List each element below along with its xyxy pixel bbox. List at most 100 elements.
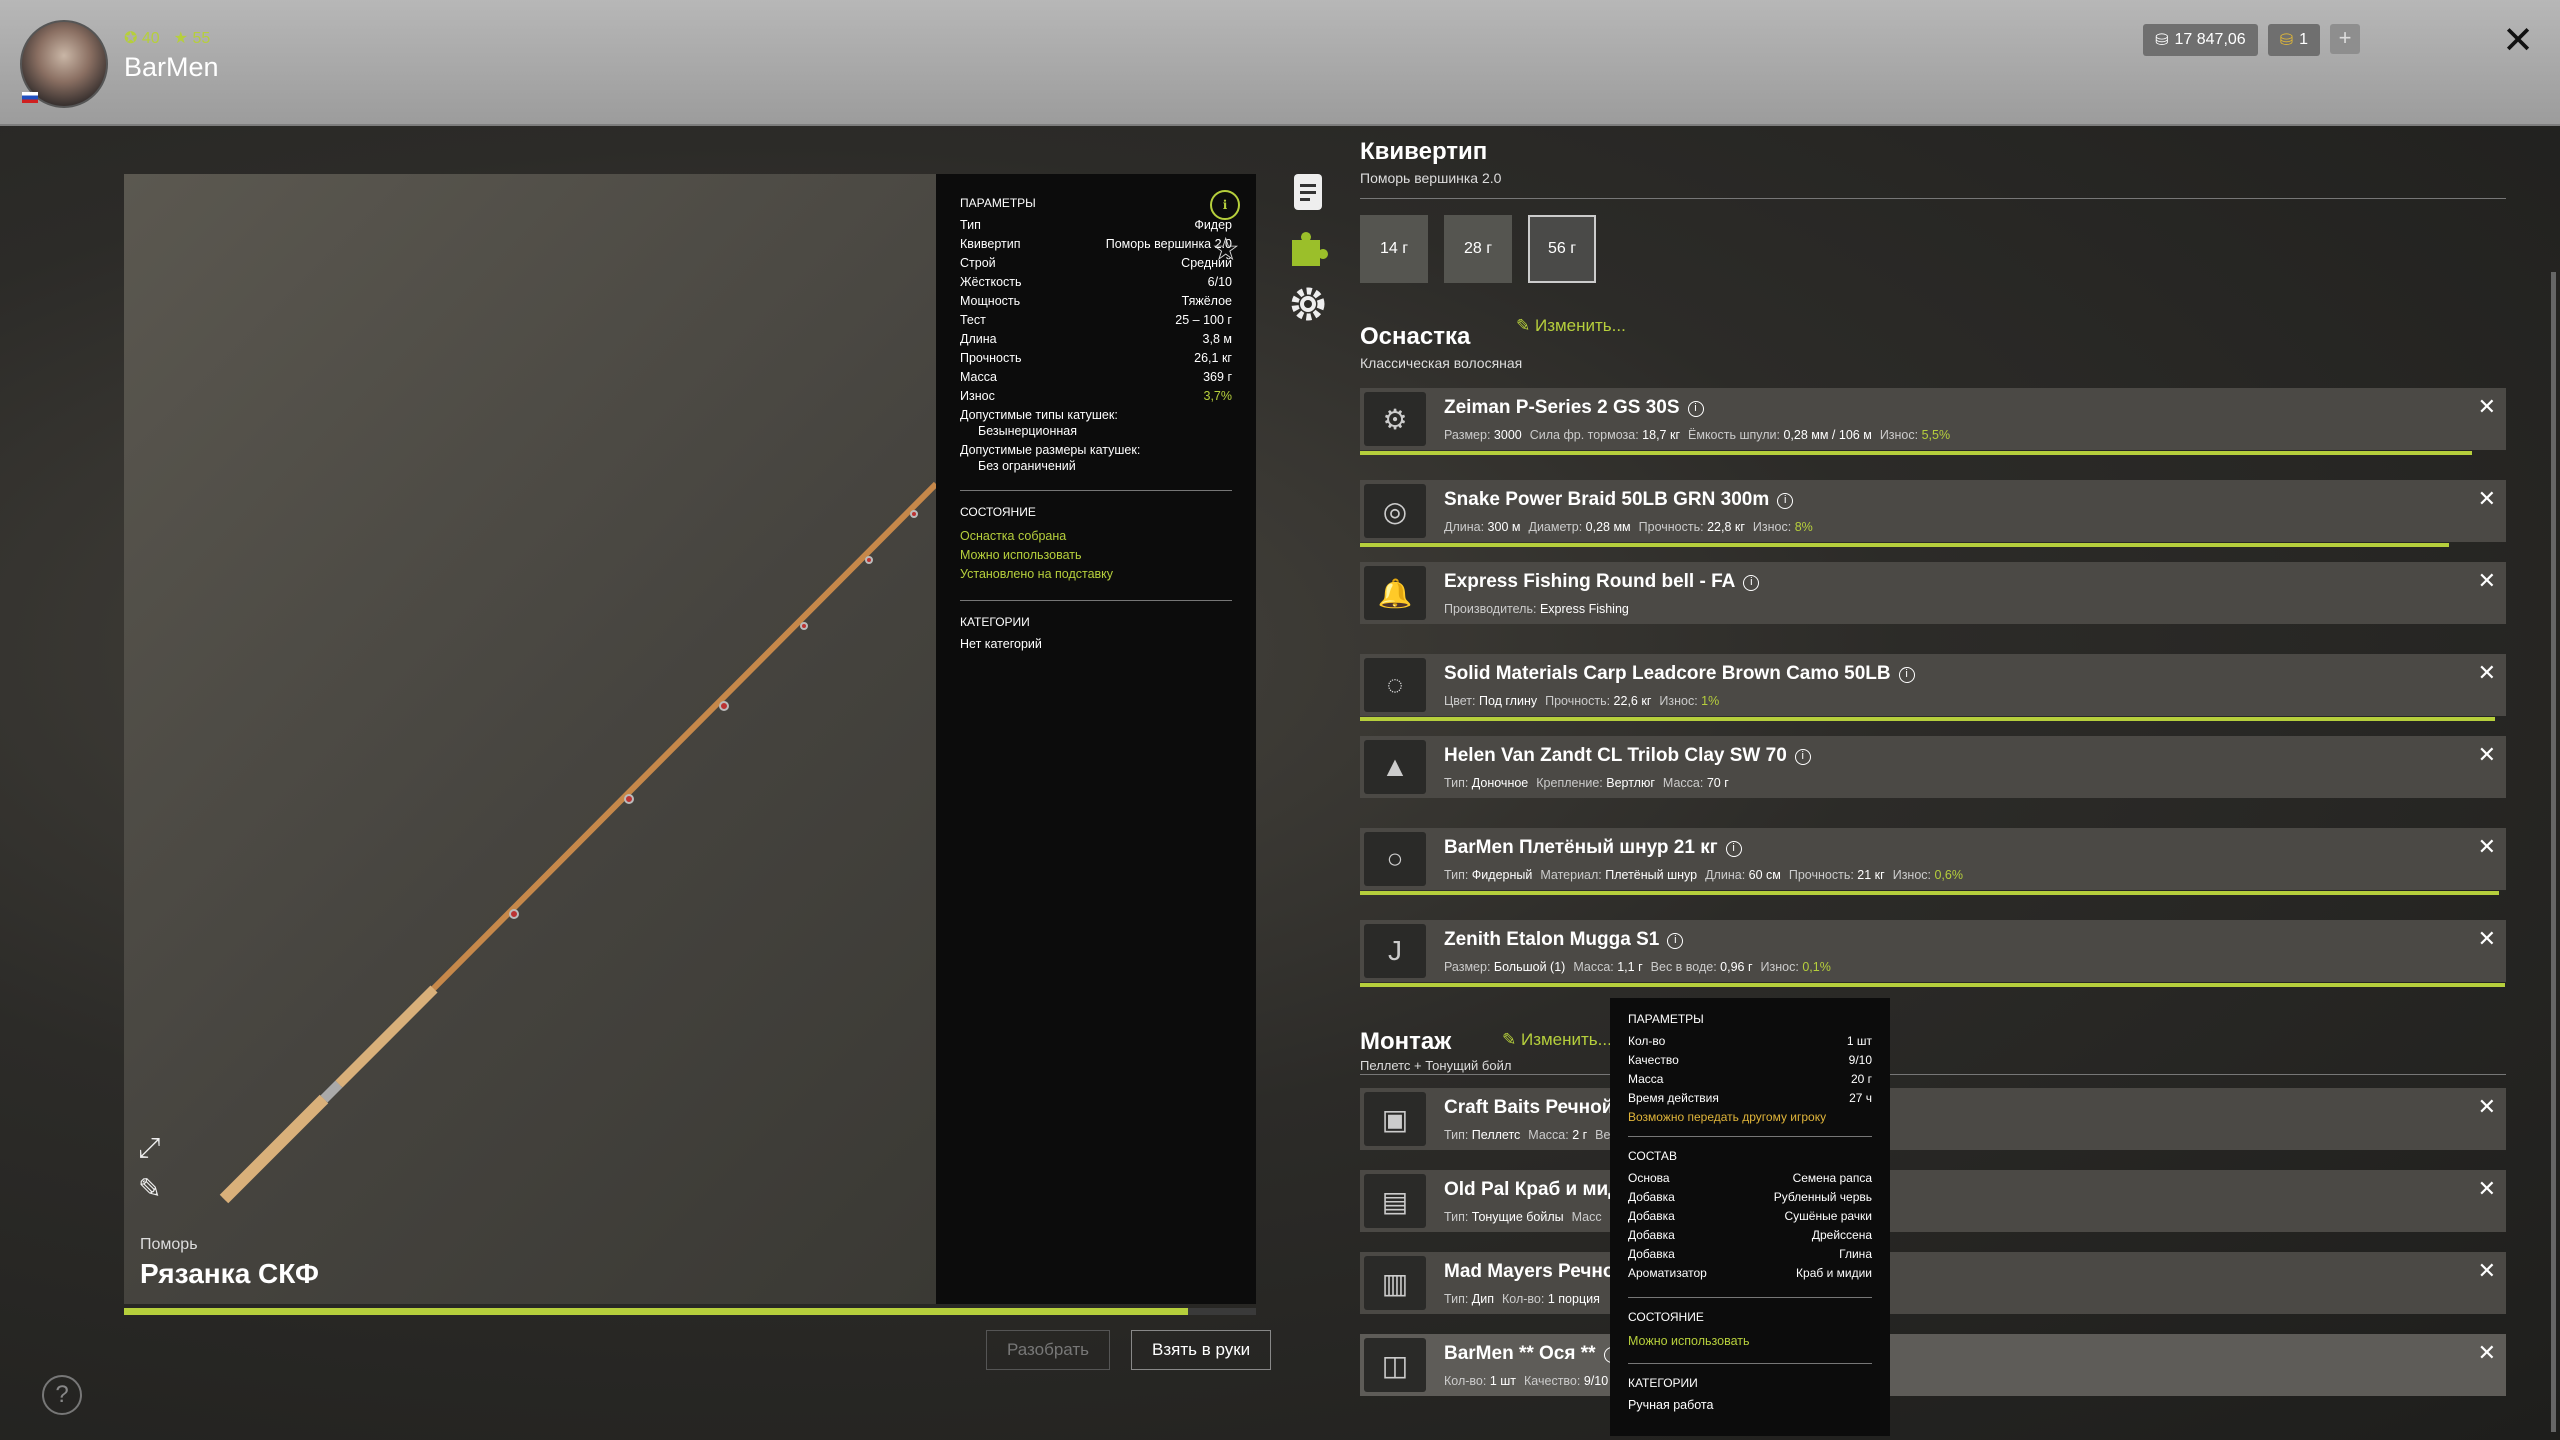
remove-icon[interactable]: ✕: [2478, 834, 2496, 860]
item-property: Износ: 1%: [1659, 694, 1720, 708]
puzzle-icon[interactable]: [1288, 228, 1328, 268]
state-line: Установлено на подставку: [960, 567, 1114, 581]
document-icon[interactable]: [1288, 172, 1328, 212]
info-icon[interactable]: i: [1898, 667, 1915, 683]
currency-bar: ⛁ 17 847,06 ⛁ 1 +: [2143, 24, 2360, 56]
param-row-key: Квивертип: [960, 237, 1021, 251]
bait-tooltip: ПАРАМЕТРЫ Кол-во 1 шт Качество 9/10 Масса 20 …: [1610, 998, 1890, 1436]
flag-icon: [22, 92, 38, 103]
item-property: Цвет: Под глину: [1444, 694, 1538, 708]
montage-edit-link[interactable]: ✎ Изменить...: [1502, 1030, 1612, 1050]
item-property: Качество: 9/10: [1524, 1374, 1609, 1388]
montage-title: Монтаж: [1360, 1028, 1452, 1055]
remove-icon[interactable]: ✕: [2478, 486, 2496, 512]
remove-icon[interactable]: ✕: [2478, 1340, 2496, 1366]
state-line: Можно использовать: [960, 548, 1082, 562]
item-property: Износ: 5,5%: [1879, 428, 1951, 442]
equipment-item[interactable]: ▥Mad Mayers РечноiТип: ДипКол-во: 1 порц…: [1360, 1252, 2506, 1314]
disassemble-button[interactable]: Разобрать: [986, 1330, 1111, 1370]
gold-balance: ⛁ 1: [2267, 24, 2320, 56]
item-name: Express Fishing Round bell - FA i: [1444, 571, 1760, 593]
item-property: Ёмкость шпули: 0,28 мм / 106 м: [1688, 428, 1872, 442]
silver-value: 17 847,06: [2174, 31, 2246, 48]
add-currency-button[interactable]: +: [2330, 24, 2360, 54]
item-properties: Размер: 3000 Сила фр. тормоза: 18,7 кг Ёмк…: [1444, 428, 1958, 442]
divider: [1628, 1136, 1872, 1137]
info-icon[interactable]: i: [1794, 749, 1811, 765]
param-row: Мощность Тяжёлое: [960, 294, 1232, 313]
tackle-edit-link[interactable]: ✎ Изменить...: [1516, 316, 1626, 336]
info-icon[interactable]: i: [1687, 401, 1704, 417]
hook-icon: J: [1364, 924, 1426, 978]
equipment-item[interactable]: 🔔 Express Fishing Round bell - FA i Произво…: [1360, 562, 2506, 624]
param-row-key: Строй: [960, 256, 996, 270]
param-row-value: 3,7%: [1203, 389, 1233, 403]
info-icon[interactable]: i: [1725, 841, 1742, 857]
params-list: Тип Фидер Квивертип Поморь вершинка 2.0 Стро…: [960, 218, 1232, 408]
remove-icon[interactable]: ✕: [2478, 1094, 2496, 1120]
rod-viewer[interactable]: ⤢ ✎ Поморь Рязанка СКФ: [124, 174, 936, 1304]
info-icon[interactable]: i: [1667, 933, 1684, 949]
composition-row: Добавка Сушёные рачки: [1628, 1209, 1872, 1228]
tooltip-row-key: Масса: [1628, 1072, 1664, 1086]
remove-icon[interactable]: ✕: [2478, 394, 2496, 420]
leadcore-icon: ◌: [1364, 658, 1426, 712]
help-icon[interactable]: ?: [42, 1375, 82, 1415]
equipment-item[interactable]: ▤Old Pal Краб и мидiТип: Тонущие бойлыМа…: [1360, 1170, 2506, 1232]
item-property: Износ: 0,6%: [1892, 868, 1963, 882]
quivertip-title: Квивертип: [1360, 138, 1488, 165]
equipment-item[interactable]: ⚙ Zeiman P-Series 2 GS 30S i Размер: 3000 Си…: [1360, 388, 2506, 455]
favorite-star-icon[interactable]: ☆: [1211, 230, 1240, 268]
param-row: Износ 3,7%: [960, 389, 1232, 408]
tooltip-state-title: СОСТОЯНИЕ: [1628, 1310, 1704, 1324]
equipment-item[interactable]: ▲ Helen Van Zandt CL Trilob Clay SW 70 i Ти…: [1360, 736, 2506, 798]
composition-row-value: Дрейссена: [1811, 1228, 1872, 1242]
info-icon[interactable]: i: [1210, 190, 1240, 220]
equipment-item[interactable]: ◌ Solid Materials Carp Leadcore Brown Cam…: [1360, 654, 2506, 721]
quivertip-option[interactable]: 28 г: [1444, 215, 1512, 283]
param-row-key: Прочность: [960, 351, 1022, 365]
param-row: Жёсткость 6/10: [960, 275, 1232, 294]
item-property: Масса: 70 г: [1662, 776, 1729, 790]
tackle-edit-label: Изменить...: [1534, 316, 1626, 335]
info-icon[interactable]: i: [1777, 493, 1794, 509]
equipment-item[interactable]: ◎ Snake Power Braid 50LB GRN 300m i Длина: …: [1360, 480, 2506, 547]
item-name: Helen Van Zandt CL Trilob Clay SW 70 i: [1444, 745, 1811, 767]
remove-icon[interactable]: ✕: [2478, 1176, 2496, 1202]
item-property: Сила фр. тормоза: 18,7 кг: [1529, 428, 1681, 442]
quivertip-option-selected[interactable]: 56 г: [1528, 215, 1596, 283]
quivertip-option[interactable]: 14 г: [1360, 215, 1428, 283]
top-bar: ✪ 40 ★ 55 BarMen ⛁ 17 847,06 ⛁ 1 + ✕: [0, 0, 2560, 126]
montage-edit-label: Изменить...: [1520, 1030, 1612, 1049]
tooltip-row-value: 9/10: [1848, 1053, 1872, 1067]
item-properties: Кол-во: 1 шт Качество: 9/10: [1444, 1374, 1616, 1388]
divider: [960, 490, 1232, 491]
item-property: Тип: Фидерный: [1444, 868, 1533, 882]
edit-icon: ✎: [1502, 1030, 1517, 1049]
equipment-item[interactable]: ▣Craft Baits Речной рiТип: ПеллетсМасса:…: [1360, 1088, 2506, 1150]
divider: [1628, 1297, 1872, 1298]
item-property: Прочность: 22,6 кг: [1545, 694, 1652, 708]
item-name: BarMen ** Ося **i: [1444, 1343, 1620, 1365]
tooltip-transfer-note: Возможно передать другому игроку: [1628, 1110, 1827, 1124]
expand-icon[interactable]: ⤢: [138, 1132, 170, 1164]
gear-icon[interactable]: [1288, 284, 1328, 324]
divider: [1628, 1363, 1872, 1364]
composition-row-key: Добавка: [1628, 1247, 1675, 1261]
scrollbar[interactable]: [2551, 272, 2556, 1432]
equipment-item[interactable]: ◫ BarMen ** Ося **i Кол-во: 1 шт Качество: …: [1360, 1334, 2506, 1396]
remove-icon[interactable]: ✕: [2478, 568, 2496, 594]
dip-jar-icon: ▥: [1364, 1256, 1426, 1310]
remove-icon[interactable]: ✕: [2478, 660, 2496, 686]
tooltip-row-value: 20 г: [1850, 1072, 1872, 1086]
remove-icon[interactable]: ✕: [2478, 742, 2496, 768]
info-icon[interactable]: i: [1743, 575, 1760, 591]
remove-icon[interactable]: ✕: [2478, 1258, 2496, 1284]
equipment-item[interactable]: J Zenith Etalon Mugga S1 i Размер: Большой …: [1360, 920, 2506, 987]
close-icon[interactable]: ✕: [2502, 18, 2534, 63]
equipment-item[interactable]: ○ BarMen Плетёный шнур 21 кг i Тип: Фидерны…: [1360, 828, 2506, 895]
remove-icon[interactable]: ✕: [2478, 926, 2496, 952]
take-in-hands-button[interactable]: Взять в руки: [1131, 1330, 1272, 1370]
params-title: ПАРАМЕТРЫ: [960, 196, 1036, 210]
pencil-icon[interactable]: ✎: [138, 1172, 170, 1204]
